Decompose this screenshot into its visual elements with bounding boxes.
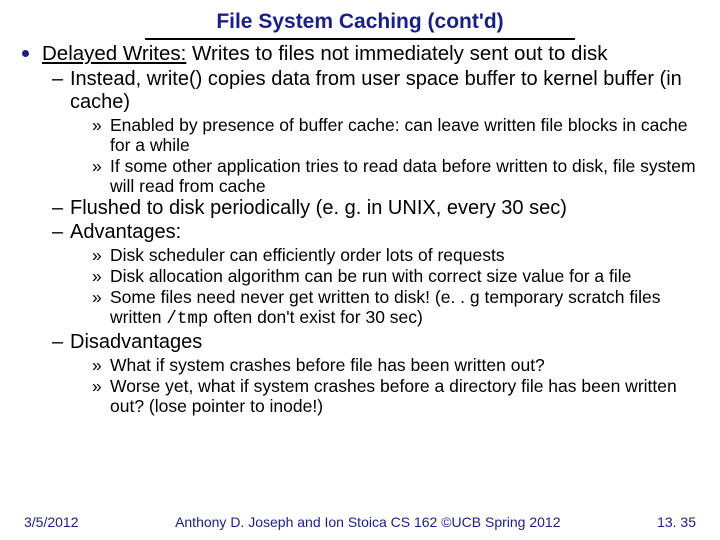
chev-enabled: Enabled by presence of buffer cache: can… — [92, 115, 698, 155]
footer-page: 13. 35 — [657, 514, 696, 530]
slide-title: File System Caching (cont'd) — [22, 10, 698, 34]
chev-other-app: If some other application tries to read … — [92, 156, 698, 196]
bullet-main: Delayed Writes: Writes to files not imme… — [22, 42, 698, 66]
bullet-lead: Delayed Writes: — [42, 42, 186, 65]
dash-flushed: Flushed to disk periodically (e. g. in U… — [52, 197, 698, 220]
dash-instead: Instead, write() copies data from user s… — [52, 68, 698, 114]
footer: 3/5/2012 Anthony D. Joseph and Ion Stoic… — [0, 514, 720, 530]
chev-crash-dir: Worse yet, what if system crashes before… — [92, 376, 698, 416]
chev-tmp-b: often don't exist for 30 sec) — [208, 307, 422, 327]
chev-tmp: Some files need never get written to dis… — [92, 287, 698, 329]
chev-crash-file: What if system crashes before file has b… — [92, 355, 698, 375]
bullet-rest: Writes to files not immediately sent out… — [186, 42, 607, 65]
bullet-dot-icon — [22, 50, 29, 57]
title-underline — [145, 38, 575, 40]
footer-center: Anthony D. Joseph and Ion Stoica CS 162 … — [79, 514, 658, 530]
chev-allocation: Disk allocation algorithm can be run wit… — [92, 266, 698, 286]
dash-disadvantages: Disadvantages — [52, 331, 698, 354]
chev-scheduler: Disk scheduler can efficiently order lot… — [92, 245, 698, 265]
tmp-code: /tmp — [166, 309, 208, 329]
slide: File System Caching (cont'd) Delayed Wri… — [0, 0, 720, 540]
dash-advantages: Advantages: — [52, 221, 698, 244]
footer-date: 3/5/2012 — [24, 514, 79, 530]
